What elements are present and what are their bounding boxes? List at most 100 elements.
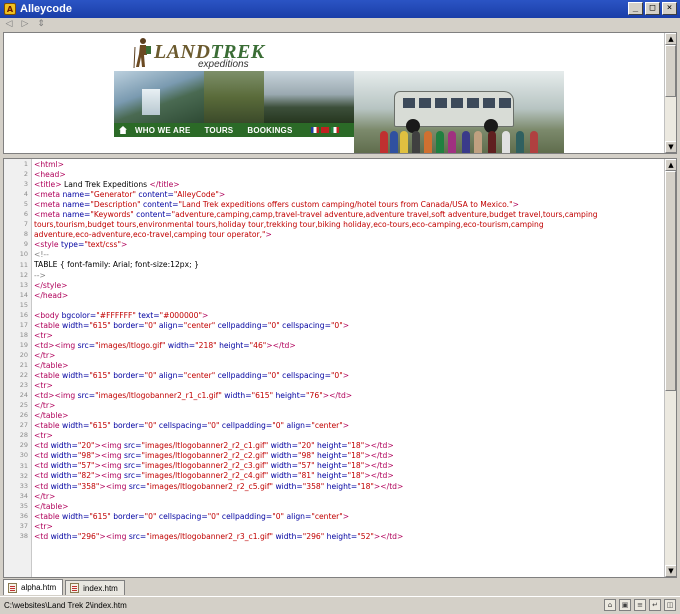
back-icon[interactable]: ◁ xyxy=(4,19,14,30)
status-icons: ⌂ ▣ ≡ ↵ ◫ xyxy=(604,599,676,611)
editor-scroll-up-icon[interactable]: ▲ xyxy=(665,159,676,171)
landtrek-banner: LANDTREK expeditions WHO WE ARE TOURS BO… xyxy=(114,33,564,153)
scroll-down-icon[interactable]: ▼ xyxy=(665,141,676,153)
line-number: 14 xyxy=(19,290,28,299)
code-line[interactable]: <table width="615" border="0" align="cen… xyxy=(34,321,662,331)
maximize-button[interactable]: □ xyxy=(645,2,660,15)
nav-bookings[interactable]: BOOKINGS xyxy=(247,126,292,135)
code-line[interactable]: <table width="615" border="0" cellspacin… xyxy=(34,512,662,522)
code-token: width= xyxy=(268,451,298,461)
code-line[interactable]: <td width="296"><img src="images/ltlogob… xyxy=(34,532,662,542)
spanish-flag-icon[interactable] xyxy=(330,127,339,133)
code-line[interactable]: <title> Land Trek Expeditions </title> xyxy=(34,180,662,190)
code-line[interactable]: <style type="text/css"> xyxy=(34,240,662,250)
code-line[interactable]: <td width="57"><img src="images/ltlogoba… xyxy=(34,461,662,471)
lock-icon[interactable]: ⌂ xyxy=(604,599,616,611)
code-line[interactable]: tours,tourism,budget tours,environmental… xyxy=(34,220,662,230)
code-line[interactable]: <meta name="Keywords" content="adventure… xyxy=(34,210,662,220)
code-line[interactable]: <tr> xyxy=(34,431,662,441)
code-token: "615" xyxy=(89,370,111,380)
code-line[interactable]: <tr> xyxy=(34,381,662,391)
preview-icon[interactable]: ◫ xyxy=(664,599,676,611)
code-token: bgcolor= xyxy=(61,310,97,320)
code-line[interactable]: <td width="98"><img src="images/ltlogoba… xyxy=(34,451,662,461)
code-token: "#FFFFFF" xyxy=(96,310,136,320)
english-flag-icon[interactable] xyxy=(320,127,329,133)
code-token: "0" xyxy=(144,511,157,521)
home-icon[interactable] xyxy=(119,126,127,134)
code-line[interactable]: </table> xyxy=(34,361,662,371)
code-line[interactable]: </tr> xyxy=(34,492,662,502)
code-line[interactable]: <tr> xyxy=(34,522,662,532)
code-line[interactable]: <!-- xyxy=(34,250,662,260)
code-line[interactable]: <td><img src="images/ltlogo.gif" width="… xyxy=(34,341,662,351)
line-number: 38 xyxy=(19,531,28,540)
document-icon[interactable]: ≡ xyxy=(634,599,646,611)
alleycode-app-icon[interactable]: A xyxy=(4,3,16,15)
code-line[interactable]: </tr> xyxy=(34,401,662,411)
tab-alpha[interactable]: alpha.htm xyxy=(3,579,64,595)
code-line[interactable]: </table> xyxy=(34,502,662,512)
scroll-up-icon[interactable]: ▲ xyxy=(665,33,676,45)
minimize-button[interactable]: _ xyxy=(628,2,643,15)
code-line[interactable]: <td width="358"><img src="images/ltlogob… xyxy=(34,482,662,492)
code-token: align= xyxy=(284,511,312,521)
line-number: 20 xyxy=(19,350,28,359)
code-token: "Land Trek expeditions offers custom cam… xyxy=(178,200,513,210)
code-token: TABLE { font-family: Arial; font-size:12… xyxy=(34,260,199,270)
editor-scrollbar[interactable]: ▲ ▼ xyxy=(664,159,676,577)
nav-who-we-are[interactable]: WHO WE ARE xyxy=(135,126,190,135)
code-line[interactable]: --> xyxy=(34,271,662,281)
code-token: </table> xyxy=(34,360,69,370)
code-token: width= xyxy=(62,370,90,380)
code-line[interactable]: </tr> xyxy=(34,351,662,361)
code-token: <meta xyxy=(34,210,63,220)
nav-tours[interactable]: TOURS xyxy=(204,126,233,135)
code-editor[interactable]: 1 2 3 4 5 6 7 8 9 10 11 12 13 14 15 16 17 18 19 20 21 22 23 24 2… xyxy=(3,158,677,578)
french-flag-icon[interactable] xyxy=(310,127,319,133)
code-line[interactable]: <meta name="Generator" content="AlleyCod… xyxy=(34,190,662,200)
preview-scrollbar[interactable]: ▲ ▼ xyxy=(664,33,676,153)
code-token: "0" xyxy=(207,511,220,521)
refresh-icon[interactable]: ⇕ xyxy=(36,19,46,30)
code-line[interactable]: adventure,eco-adventure,eco-travel,campi… xyxy=(34,230,662,240)
forward-icon[interactable]: ▷ xyxy=(20,19,30,30)
close-button[interactable]: × xyxy=(662,2,677,15)
code-line[interactable]: <body bgcolor="#FFFFFF" text="#000000"> xyxy=(34,311,662,321)
code-line[interactable]: </head> xyxy=(34,291,662,301)
code-line[interactable]: TABLE { font-family: Arial; font-size:12… xyxy=(34,260,662,270)
code-line[interactable]: <td width="82"><img src="images/ltlogoba… xyxy=(34,471,662,481)
code-token: "98" xyxy=(77,451,95,461)
code-token: cellspacing= xyxy=(156,511,208,521)
code-line[interactable]: <html> xyxy=(34,160,662,170)
code-token: "358" xyxy=(302,481,325,491)
code-line[interactable]: </style> xyxy=(34,281,662,291)
code-line[interactable]: <td><img src="images/ltlogobanner2_r1_c1… xyxy=(34,391,662,401)
code-token: height= xyxy=(314,451,348,461)
code-token: <td xyxy=(34,441,51,451)
code-text-area[interactable]: <html> <head> <title> Land Trek Expedition… xyxy=(34,160,662,577)
code-line[interactable]: <table width="615" border="0" cellspacin… xyxy=(34,421,662,431)
code-token: <img xyxy=(54,391,78,401)
editor-scroll-down-icon[interactable]: ▼ xyxy=(665,565,676,577)
tab-index[interactable]: index.htm xyxy=(65,580,125,595)
wrap-icon[interactable]: ↵ xyxy=(649,599,661,611)
code-token: border= xyxy=(110,511,145,521)
line-number: 32 xyxy=(19,471,28,480)
code-token: "0" xyxy=(272,511,285,521)
html-preview-pane[interactable]: LANDTREK expeditions WHO WE ARE TOURS BO… xyxy=(3,32,677,154)
preview-scroll-thumb[interactable] xyxy=(665,45,676,97)
code-token: width= xyxy=(62,511,90,521)
code-line[interactable]: <td width="20"><img src="images/ltlogoba… xyxy=(34,441,662,451)
code-line[interactable]: <head> xyxy=(34,170,662,180)
code-line[interactable]: </table> xyxy=(34,411,662,421)
code-line[interactable]: <table width="615" border="0" align="cen… xyxy=(34,371,662,381)
code-token: "18" xyxy=(347,461,365,471)
code-line[interactable] xyxy=(34,301,662,311)
code-line[interactable]: <tr> xyxy=(34,331,662,341)
code-token: <style xyxy=(34,240,61,250)
code-token: > xyxy=(342,370,350,380)
save-icon[interactable]: ▣ xyxy=(619,599,631,611)
editor-scroll-thumb[interactable] xyxy=(665,171,676,391)
code-line[interactable]: <meta name="Description" content="Land T… xyxy=(34,200,662,210)
